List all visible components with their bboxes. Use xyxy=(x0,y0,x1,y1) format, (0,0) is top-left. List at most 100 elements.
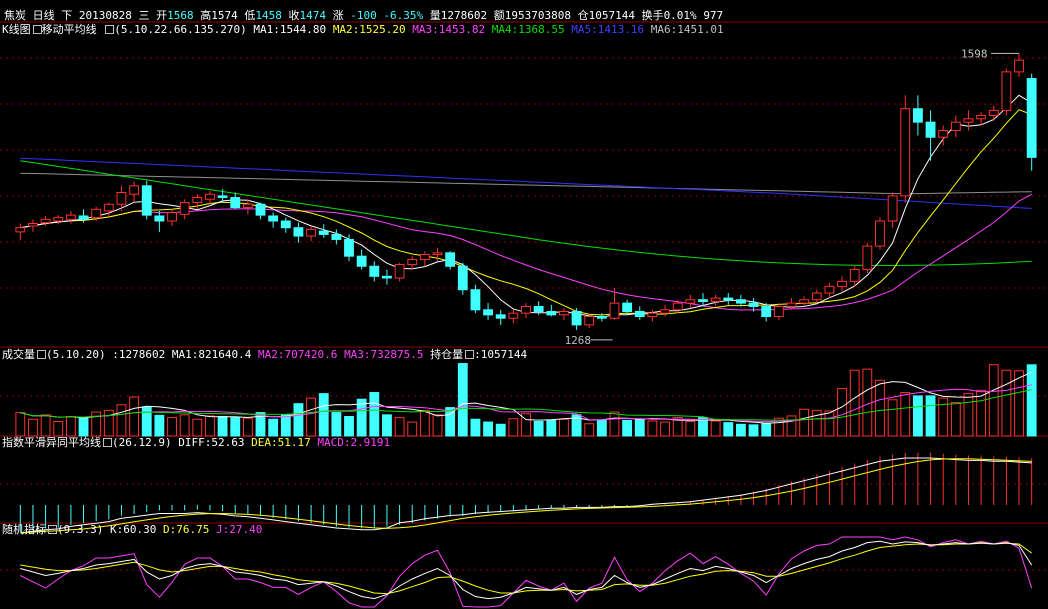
candle-body xyxy=(698,299,708,302)
candle-body xyxy=(672,302,683,311)
candle-body xyxy=(976,114,987,120)
candle-body xyxy=(609,302,620,319)
volume-bar xyxy=(356,398,367,437)
settings-square-icon[interactable] xyxy=(37,350,46,359)
candle-body xyxy=(584,316,595,326)
oi-value: 1057144 xyxy=(588,9,635,22)
kdj-k: K:60.30 xyxy=(109,523,157,536)
candle-body xyxy=(748,302,759,307)
candle-body xyxy=(660,309,670,314)
volume-bar xyxy=(179,414,190,437)
kdj-d: D:76.75 xyxy=(162,523,210,536)
open-value: 1568 xyxy=(167,9,194,22)
volume-bar xyxy=(129,396,140,437)
candle-body xyxy=(230,197,241,209)
candle-body xyxy=(154,215,165,222)
volume-bar xyxy=(925,395,936,437)
volume-bar xyxy=(344,416,354,437)
date-label: 20130828 xyxy=(78,9,132,22)
candle-body xyxy=(685,299,696,304)
candle-body xyxy=(457,265,468,291)
candle-body xyxy=(938,130,949,138)
volume-bar xyxy=(875,379,885,437)
volume-bar xyxy=(306,397,317,437)
settings-square-icon[interactable] xyxy=(103,438,112,447)
chart-canvas[interactable]: 1598 1268 xyxy=(0,0,1048,609)
candle-body xyxy=(192,197,203,204)
volume-bar xyxy=(331,412,342,437)
candle-body xyxy=(862,245,873,271)
volume-bar xyxy=(837,388,847,437)
symbol-name: 焦炭 xyxy=(4,9,26,22)
low-value: 1458 xyxy=(255,9,282,22)
volume-bar xyxy=(217,416,228,437)
kdj-j: J:27.40 xyxy=(215,523,263,536)
candle-body xyxy=(875,220,885,247)
volume-bar xyxy=(824,410,835,437)
volume-bar xyxy=(647,420,658,437)
candle-body xyxy=(103,203,114,212)
change-label: 涨 xyxy=(332,9,344,22)
candle-body xyxy=(40,218,51,224)
candle-body xyxy=(167,212,177,222)
volume-bar xyxy=(15,412,26,437)
candle-body xyxy=(950,121,961,132)
amount-value: 1953703808 xyxy=(504,9,571,22)
close-label: 收 xyxy=(288,9,300,22)
macd-diff: DIFF:52.63 xyxy=(178,436,245,449)
candle-body xyxy=(508,312,519,319)
candle-body xyxy=(53,217,64,222)
extra-value: 977 xyxy=(703,9,724,22)
kline-indicator[interactable]: 移动平均线 xyxy=(42,23,97,36)
candle-body xyxy=(205,193,215,200)
candle-body xyxy=(521,305,531,314)
candle-body xyxy=(255,203,266,216)
volume-bar xyxy=(280,414,291,437)
candle-body xyxy=(786,302,797,307)
candle-body xyxy=(837,280,847,287)
amount-label: 额 xyxy=(493,9,505,22)
candle-body xyxy=(356,255,367,267)
volume-bar xyxy=(685,421,696,437)
high-label: 高 xyxy=(200,9,212,22)
candle-body xyxy=(647,312,658,318)
volume-bar xyxy=(78,417,89,437)
ma4-value: MA4:1368.55 xyxy=(491,23,565,36)
candle-body xyxy=(407,259,418,266)
candle-body xyxy=(116,192,127,205)
volume-bar xyxy=(457,363,468,437)
oi-label: 仓 xyxy=(577,9,589,22)
volume-bar xyxy=(1026,364,1037,437)
volume-bar xyxy=(192,418,203,437)
candle-body xyxy=(141,185,152,216)
volume-bar xyxy=(723,422,734,437)
volume-label: 量 xyxy=(429,9,441,22)
candle-body xyxy=(15,227,26,233)
volume-bar xyxy=(382,414,392,437)
candle-body xyxy=(735,299,746,304)
volume-bar xyxy=(912,395,923,437)
candle-body xyxy=(773,305,784,318)
weekday-label: 三 xyxy=(138,9,150,22)
high-value: 1574 xyxy=(211,9,238,22)
turnover-value: 0.01% xyxy=(663,9,697,22)
settings-square-icon[interactable] xyxy=(465,350,475,359)
volume-bar xyxy=(710,420,721,437)
macd-title: 指数平滑异同平均线 xyxy=(2,436,101,449)
settings-square-icon[interactable] xyxy=(32,25,42,34)
param-square-icon[interactable] xyxy=(105,25,115,34)
candle-body xyxy=(634,310,645,318)
low-label: 低 xyxy=(244,9,256,22)
candle-body xyxy=(65,214,76,220)
volume-bar xyxy=(799,408,810,437)
candle-body xyxy=(559,310,569,316)
volume-bar xyxy=(596,419,607,437)
ma2-value: MA2:1525.20 xyxy=(332,23,406,36)
settings-square-icon[interactable] xyxy=(48,525,57,534)
candle-body xyxy=(394,264,405,279)
volume-bar xyxy=(432,414,443,437)
period-label[interactable]: 日线 xyxy=(33,9,55,22)
volume-bar xyxy=(887,399,898,437)
kline-legend: K线图 移动平均线 (5.10.22.66.135.270) MA1:1544.8… xyxy=(2,24,1048,36)
candle-body xyxy=(925,121,936,138)
